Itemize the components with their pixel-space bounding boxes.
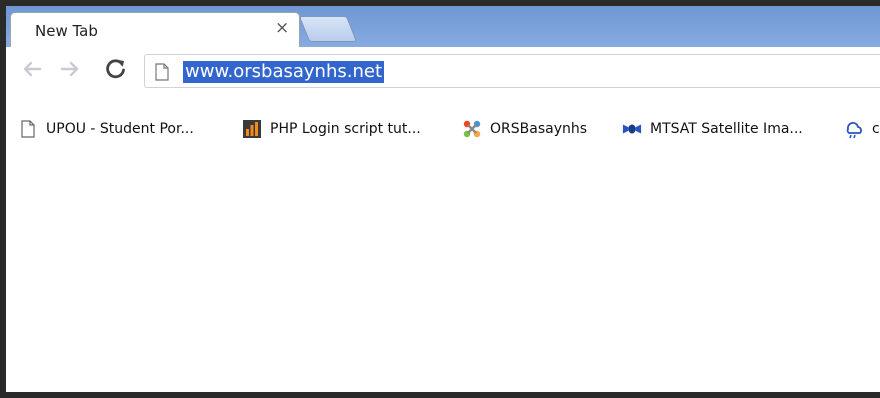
toolbar-divider	[6, 95, 880, 96]
bookmark-mtsat[interactable]: MTSAT Satellite Ima...	[622, 114, 803, 144]
bookmark-label: ORSBasaynhs	[490, 121, 588, 137]
bookmark-orsbasaynhs[interactable]: ORSBasaynhs	[462, 114, 587, 144]
bookmark-weather[interactable]: c	[844, 114, 880, 144]
joomla-icon	[462, 119, 482, 139]
toolbar: www.orsbasaynhs.net	[6, 47, 880, 95]
bookmark-upou[interactable]: UPOU - Student Por...	[18, 114, 194, 144]
new-tab-button[interactable]	[298, 16, 358, 42]
browser-window: New Tab × www.orsbasaynhs.net UPOU - Stu…	[6, 6, 880, 392]
tab-title: New Tab	[35, 22, 98, 40]
back-arrow-icon	[23, 61, 42, 77]
back-button[interactable]	[20, 57, 44, 81]
page-icon	[155, 63, 169, 85]
close-tab-icon[interactable]: ×	[275, 20, 289, 37]
reload-icon	[106, 59, 125, 79]
weather-icon	[844, 119, 864, 139]
bookmark-php-login[interactable]: PHP Login script tut...	[242, 114, 421, 144]
bookmark-label: PHP Login script tut...	[270, 121, 421, 137]
bookmark-label: MTSAT Satellite Ima...	[650, 121, 803, 137]
bookmark-label: UPOU - Student Por...	[46, 121, 194, 137]
url-text[interactable]: www.orsbasaynhs.net	[183, 61, 384, 83]
forward-arrow-icon	[60, 61, 79, 77]
satellite-icon	[622, 119, 642, 139]
tab-new-tab[interactable]: New Tab ×	[10, 12, 300, 47]
tab-strip: New Tab ×	[6, 6, 880, 47]
address-bar[interactable]: www.orsbasaynhs.net	[144, 54, 880, 88]
reload-button[interactable]	[104, 57, 128, 81]
bookmark-label: c	[872, 121, 880, 137]
page-icon	[18, 119, 38, 139]
bookmarks-bar: UPOU - Student Por... PHP Login script t…	[6, 114, 880, 144]
forward-button[interactable]	[58, 57, 82, 81]
bar-chart-icon	[242, 119, 262, 139]
page-content	[6, 156, 880, 392]
